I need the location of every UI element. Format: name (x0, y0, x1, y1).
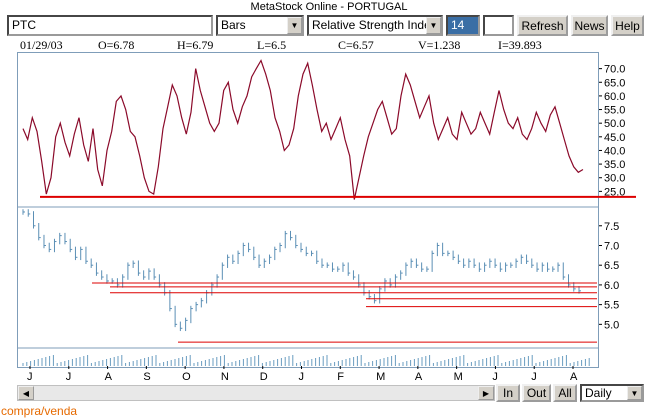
price-tick-label: 6.5 (604, 260, 619, 272)
x-tick-label: O (182, 371, 191, 383)
horizontal-scrollbar[interactable]: ◀ ▶ (17, 385, 495, 401)
x-tick-label: A (105, 371, 113, 383)
rsi-tick-label: 70.0 (604, 64, 625, 76)
price-tick-label: 6.0 (604, 280, 619, 292)
scroll-left-arrow-icon[interactable]: ◀ (18, 386, 34, 400)
rsi-tick-label: 45.0 (604, 132, 625, 144)
chart-svg: 70.065.060.055.050.045.040.035.030.025.0… (17, 59, 636, 383)
scroll-right-arrow-icon[interactable]: ▶ (478, 386, 494, 400)
footer-label: compra/venda (1, 404, 78, 418)
interval-select[interactable]: Daily ▼ (580, 384, 644, 402)
rsi-tick-label: 55.0 (604, 105, 625, 117)
x-tick-label: N (221, 371, 229, 383)
zoom-out-button[interactable]: Out (522, 384, 551, 402)
x-tick-label: D (260, 371, 268, 383)
price-tick-label: 5.5 (604, 300, 619, 312)
x-tick-label: F (337, 371, 344, 383)
interval-value: Daily (585, 386, 612, 400)
x-tick-label: A (570, 371, 578, 383)
rsi-tick-label: 40.0 (604, 145, 625, 157)
x-tick-label: J (492, 371, 498, 383)
rsi-tick-label: 60.0 (604, 91, 625, 103)
x-tick-label: J (531, 371, 537, 383)
price-tick-label: 5.0 (604, 319, 619, 331)
x-tick-label: M (454, 371, 463, 383)
x-tick-label: J (299, 371, 305, 383)
x-tick-label: A (415, 371, 423, 383)
chevron-down-icon: ▼ (627, 386, 642, 400)
zoom-all-button[interactable]: All (553, 384, 577, 402)
rsi-tick-label: 65.0 (604, 77, 625, 89)
rsi-series-line (22, 59, 584, 200)
x-tick-label: S (143, 371, 150, 383)
rsi-tick-label: 30.0 (604, 173, 625, 185)
price-tick-label: 7.0 (604, 240, 619, 252)
price-tick-label: 7.5 (604, 221, 619, 233)
rsi-tick-label: 50.0 (604, 118, 625, 130)
rsi-tick-label: 35.0 (604, 159, 625, 171)
x-tick-label: J (66, 371, 72, 383)
x-tick-label: M (376, 371, 385, 383)
x-tick-label: J (27, 371, 33, 383)
zoom-in-button[interactable]: In (496, 384, 520, 402)
